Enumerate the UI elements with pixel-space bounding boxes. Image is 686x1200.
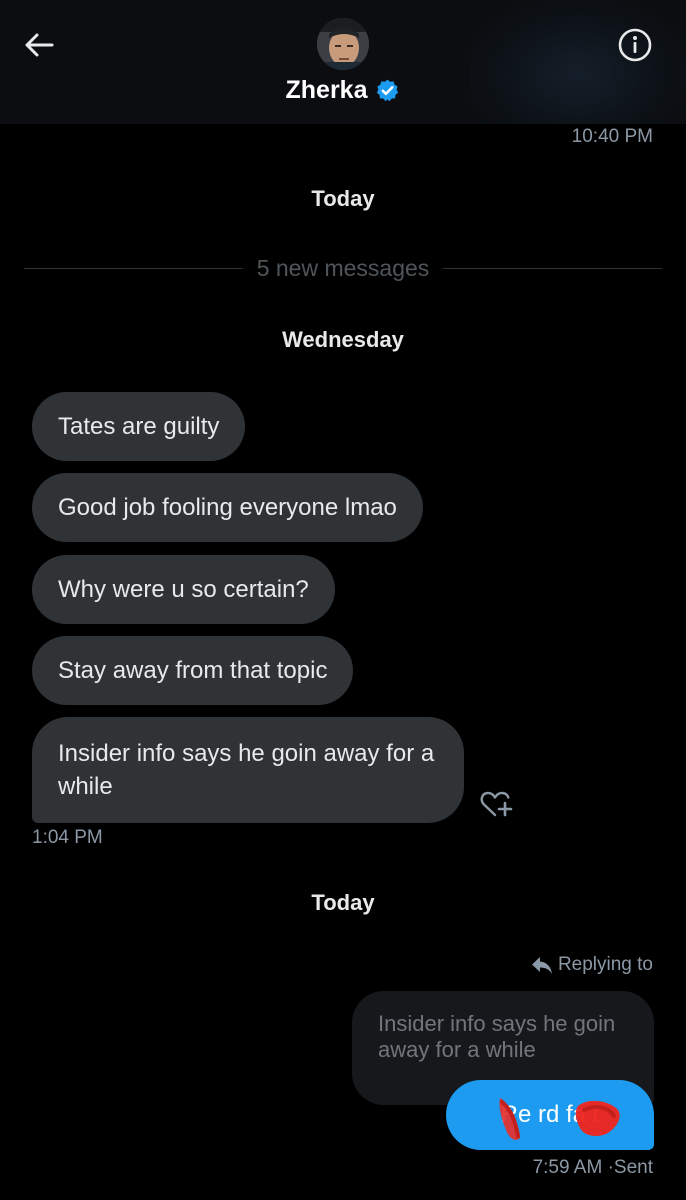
day-separator-today: Today (311, 890, 375, 915)
incoming-message[interactable]: Stay away from that topic (32, 636, 354, 705)
day-separator-wednesday: Wednesday (282, 327, 404, 352)
verified-badge-icon (377, 79, 399, 102)
replying-to-label: Replying to (530, 954, 653, 976)
divider-line (24, 267, 243, 269)
reply-arrow-icon (531, 957, 552, 974)
add-reaction-button[interactable] (478, 786, 516, 822)
outgoing-message[interactable]: Re rd fa t (446, 1080, 654, 1150)
contact-name: Zherka (285, 76, 368, 104)
new-messages-divider: 5 new messages (24, 252, 662, 284)
back-button[interactable] (20, 26, 58, 64)
divider-line (443, 267, 662, 269)
sent-status: ·Sent (607, 1157, 653, 1178)
back-arrow-icon (25, 33, 54, 57)
contact-title[interactable]: Zherka (286, 76, 401, 105)
incoming-message[interactable]: Tates are guilty (32, 392, 246, 461)
conversation-header: Zherka (0, 0, 686, 124)
outgoing-time: 7:59 AM (532, 1157, 603, 1178)
incoming-message[interactable]: Why were u so certain? (32, 555, 335, 624)
incoming-message[interactable]: Insider info says he goin away for a whi… (32, 717, 464, 823)
replying-to-text: Replying to (557, 954, 653, 975)
avatar-image (317, 18, 369, 70)
red-scribble-redaction (499, 1098, 620, 1140)
new-messages-label: 5 new messages (256, 254, 430, 281)
incoming-message[interactable]: Good job fooling everyone lmao (32, 473, 423, 542)
day-separator-today: Today (311, 186, 375, 211)
outgoing-status: 7:59 AM ·Sent (533, 1157, 653, 1179)
title-row: Zherka (0, 76, 686, 105)
incoming-timestamp: 1:04 PM (32, 827, 103, 848)
message-timestamp: 10:40 PM (571, 126, 653, 147)
heart-plus-icon (480, 791, 513, 817)
info-button[interactable] (615, 25, 655, 65)
info-icon (618, 28, 652, 62)
avatar[interactable] (317, 18, 369, 70)
